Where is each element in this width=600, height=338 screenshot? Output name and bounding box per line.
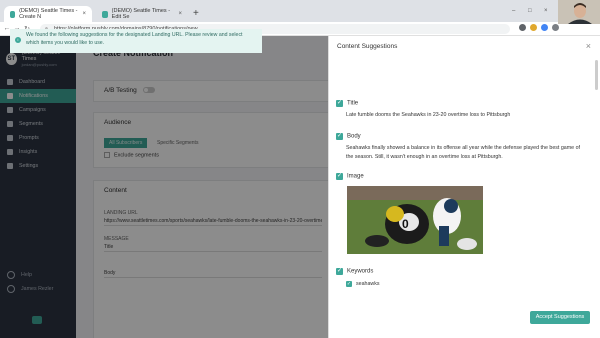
new-tab-icon[interactable]: + bbox=[193, 8, 199, 19]
info-banner: i We found the following suggestions for… bbox=[10, 29, 262, 53]
image-suggestion-label: Image bbox=[347, 173, 364, 180]
star-icon[interactable] bbox=[519, 24, 526, 31]
tab-bar: (DEMO) Seattle Times - Create N × (DEMO)… bbox=[0, 0, 600, 22]
keywords-checkbox[interactable]: ✓ bbox=[336, 268, 343, 275]
keyword-item: ✓ seahawks bbox=[346, 281, 380, 287]
body-checkbox[interactable]: ✓ bbox=[336, 133, 343, 140]
profile-icon[interactable] bbox=[552, 24, 559, 31]
panel-title: Content Suggestions bbox=[337, 43, 398, 50]
title-suggestion-label: Title bbox=[347, 100, 359, 107]
maximize-icon[interactable]: □ bbox=[528, 8, 532, 14]
image-checkbox[interactable]: ✓ bbox=[336, 173, 343, 180]
tab-label: (DEMO) Seattle Times - Create N bbox=[19, 8, 78, 20]
football-photo-icon: 0 bbox=[347, 186, 483, 254]
info-icon: i bbox=[15, 37, 21, 43]
scrollbar[interactable] bbox=[595, 60, 598, 90]
minimize-icon[interactable]: – bbox=[512, 8, 515, 14]
keywords-suggestion: ✓ Keywords bbox=[336, 268, 373, 275]
tab-label: (DEMO) Seattle Times - Edit Se bbox=[111, 8, 171, 20]
webcam-person-icon bbox=[558, 0, 600, 24]
info-text: We found the following suggestions for t… bbox=[26, 32, 243, 46]
body-suggestion: ✓ Body Seahawks finally showed a balance … bbox=[336, 133, 588, 161]
accept-suggestions-button[interactable]: Accept Suggestions bbox=[530, 311, 590, 324]
browser-window: (DEMO) Seattle Times - Create N × (DEMO)… bbox=[0, 0, 600, 338]
svg-text:0: 0 bbox=[402, 217, 409, 231]
webcam-overlay bbox=[558, 0, 600, 24]
pushly-favicon-icon bbox=[10, 10, 16, 18]
keyword-label: seahawks bbox=[356, 281, 380, 287]
close-icon[interactable]: × bbox=[586, 41, 591, 51]
suggested-image: 0 bbox=[347, 186, 483, 254]
image-suggestion: ✓ Image bbox=[336, 173, 364, 180]
extension-icon[interactable] bbox=[541, 24, 548, 31]
tab-edit-segment[interactable]: (DEMO) Seattle Times - Edit Se × bbox=[96, 6, 188, 22]
pushly-favicon-icon bbox=[102, 10, 108, 18]
keyword-checkbox[interactable]: ✓ bbox=[346, 281, 352, 287]
title-suggestion-value: Late fumble dooms the Seahawks in 23-20 … bbox=[346, 112, 511, 119]
window-close-icon[interactable]: × bbox=[544, 8, 548, 14]
body-suggestion-value: Seahawks finally showed a balance in its… bbox=[346, 145, 580, 160]
body-suggestion-label: Body bbox=[347, 133, 361, 140]
extension-icon[interactable] bbox=[530, 24, 537, 31]
modal-backdrop[interactable] bbox=[0, 36, 328, 338]
close-tab-icon[interactable]: × bbox=[178, 11, 182, 17]
tab-create-notification[interactable]: (DEMO) Seattle Times - Create N × bbox=[4, 6, 92, 22]
title-suggestion: ✓ Title Late fumble dooms the Seahawks in… bbox=[336, 100, 588, 120]
title-checkbox[interactable]: ✓ bbox=[336, 100, 343, 107]
keywords-suggestion-label: Keywords bbox=[347, 268, 374, 275]
close-tab-icon[interactable]: × bbox=[82, 11, 86, 17]
